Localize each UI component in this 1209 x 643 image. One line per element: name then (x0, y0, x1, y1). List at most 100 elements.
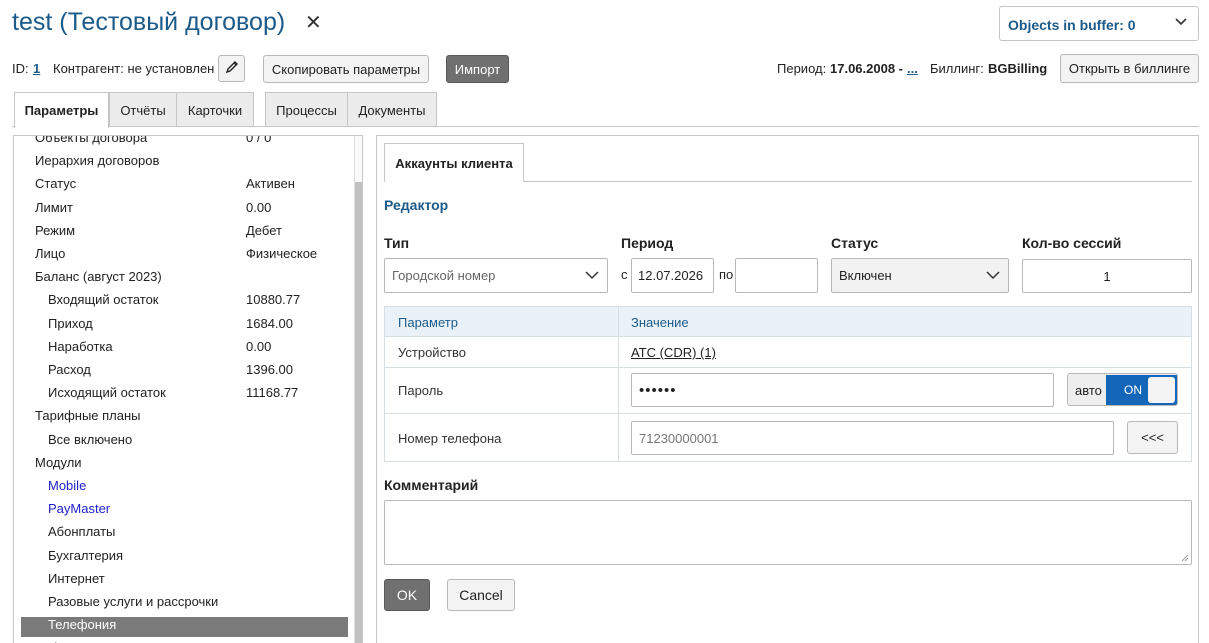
period-from-prefix: с (621, 267, 628, 282)
open-in-billing-button[interactable]: Открыть в биллинге (1060, 54, 1199, 83)
tree-row-value: Физическое (246, 246, 318, 261)
tree-row[interactable]: Тарифные планы (14, 408, 348, 428)
status-select[interactable]: Включен (831, 258, 1009, 293)
phone-number-input[interactable]: 71230000001 (631, 421, 1114, 455)
tabs-divider (12, 126, 1199, 127)
period-from-input[interactable]: 12.07.2026 (631, 258, 714, 293)
toggle-state: ON (1124, 383, 1142, 397)
contractor-text: Контрагент: не установлен (53, 61, 215, 76)
tree-row[interactable]: Модули (14, 455, 348, 475)
page-title: test (Тестовый договор) (12, 8, 286, 36)
tree-row-value: Дебет (246, 223, 282, 238)
comment-label: Комментарий (384, 477, 479, 493)
auto-label: авто (1075, 383, 1102, 398)
tree-row[interactable]: Лицо Физическое (14, 246, 348, 266)
tree-row-value: 0.00 (246, 200, 272, 215)
device-label: Устройство (398, 345, 467, 360)
tree-row-value: 10880.77 (246, 292, 301, 307)
tree-row[interactable]: Все включено (14, 432, 348, 452)
cancel-button[interactable]: Cancel (447, 579, 515, 611)
ok-button[interactable]: OK (384, 579, 430, 611)
device-link[interactable]: АТС (CDR) (1) (631, 345, 716, 360)
period-to-input[interactable] (735, 258, 818, 293)
tree-row[interactable]: Mobile (14, 478, 348, 498)
period-to-prefix: по (719, 267, 734, 282)
buffer-label: Objects in buffer: 0 (1008, 17, 1136, 33)
tab-parameters[interactable]: Параметры (14, 92, 109, 128)
tree-row-label: Лимит (35, 200, 73, 215)
tree-row[interactable]: Исходящий остаток 11168.77 (14, 385, 348, 405)
billing-label: Биллинг: (930, 61, 984, 76)
tree-row-label: Лицо (35, 246, 66, 261)
tree-row[interactable]: Телефония (21, 617, 348, 637)
auto-password-toggle[interactable]: авто ON (1067, 373, 1178, 406)
tree-row-label: Наработка (48, 339, 113, 354)
tree-scrollbar[interactable] (354, 136, 362, 643)
tree-row[interactable]: Статус Активен (14, 176, 348, 196)
column-header-parameter: Параметр (398, 315, 458, 330)
objects-buffer-dropdown[interactable]: Objects in buffer: 0 (999, 6, 1199, 41)
tree-row-value: Активен (246, 176, 295, 191)
tree-row-label: Бухгалтерия (48, 548, 124, 563)
tree-row-label: Разовые услуги и рассрочки (48, 594, 219, 609)
tree-row[interactable]: Приход 1684.00 (14, 316, 348, 336)
resize-handle-icon[interactable] (1181, 554, 1189, 562)
tab-processes[interactable]: Процессы (265, 92, 348, 127)
edit-contractor-button[interactable] (218, 55, 245, 82)
phone-fill-button[interactable]: <<< (1127, 421, 1178, 454)
sessions-label: Кол-во сессий (1022, 235, 1122, 251)
import-button[interactable]: Импорт (446, 55, 509, 83)
tree-row[interactable]: Интернет (14, 571, 348, 591)
tab-documents[interactable]: Документы (347, 92, 437, 127)
tree-row[interactable]: Объекты договора 0 / 0 (14, 135, 348, 150)
period-link[interactable]: ... (907, 61, 918, 76)
tree-row[interactable]: Абонплаты (14, 524, 348, 544)
chevron-down-icon (986, 268, 1000, 285)
sessions-value: 1 (1103, 268, 1111, 284)
tree-row[interactable]: Разовые услуги и рассрочки (14, 594, 348, 614)
id-label: ID: (12, 61, 29, 76)
tree-row-label: Модули (35, 455, 82, 470)
password-input[interactable]: •••••• (631, 373, 1054, 407)
tree-row-label: Исходящий остаток (48, 385, 166, 400)
tab-cards[interactable]: Карточки (176, 92, 254, 127)
tree-row[interactable]: Входящий остаток 10880.77 (14, 292, 348, 312)
contract-tree-panel: Объекты договора 0 / 0 Иерархия договоров С… (13, 135, 363, 643)
tree-row[interactable]: Баланс (август 2023) (14, 269, 348, 289)
billing-value: BGBilling (988, 61, 1048, 76)
tree-row-label: Режим (35, 223, 76, 238)
period-from-value: 12.07.2026 (638, 268, 704, 283)
tree-row-label[interactable]: Mobile (48, 478, 86, 493)
comment-textarea[interactable] (384, 500, 1192, 565)
period-field-label: Период (621, 235, 674, 251)
toggle-knob (1148, 377, 1175, 403)
chevron-down-icon (585, 268, 599, 285)
tree-row-label[interactable]: PayMaster (48, 501, 110, 516)
tree-row[interactable]: Расход 1396.00 (14, 362, 348, 382)
tree-row-label: Иерархия договоров (35, 153, 160, 168)
type-select[interactable]: Городской номер (384, 258, 608, 293)
id-link[interactable]: 1 (33, 61, 40, 76)
period-label: Период: (777, 61, 827, 76)
tree-row[interactable]: Иерархия договоров (14, 153, 348, 173)
tree-row-value: 0 / 0 (246, 135, 272, 145)
tree-row[interactable]: Бухгалтерия (14, 548, 348, 568)
toggle-switch[interactable]: ON (1106, 375, 1177, 405)
tree-row-value: 1684.00 (246, 316, 293, 331)
tree-row[interactable]: Наработка 0.00 (14, 339, 348, 359)
tree-row-value: 11168.77 (246, 385, 299, 400)
tab-client-accounts[interactable]: Аккаунты клиента (384, 143, 524, 182)
tree-row-value: 1396.00 (246, 362, 293, 377)
tree-row[interactable]: PayMaster (14, 501, 348, 521)
close-icon[interactable]: ✕ (305, 12, 322, 34)
tree-row[interactable]: Режим Дебет (14, 223, 348, 243)
tab-reports[interactable]: Отчёты (109, 92, 177, 127)
tree-row[interactable]: Лимит 0.00 (14, 200, 348, 220)
table-header (385, 307, 1191, 337)
scrollbar-thumb[interactable] (355, 182, 362, 643)
copy-parameters-button[interactable]: Скопировать параметры (263, 55, 429, 83)
tree-row-label: Баланс (август 2023) (35, 269, 162, 284)
tree-row-label: Расход (48, 362, 91, 377)
sessions-input[interactable]: 1 (1022, 259, 1192, 293)
status-label: Статус (831, 235, 879, 251)
